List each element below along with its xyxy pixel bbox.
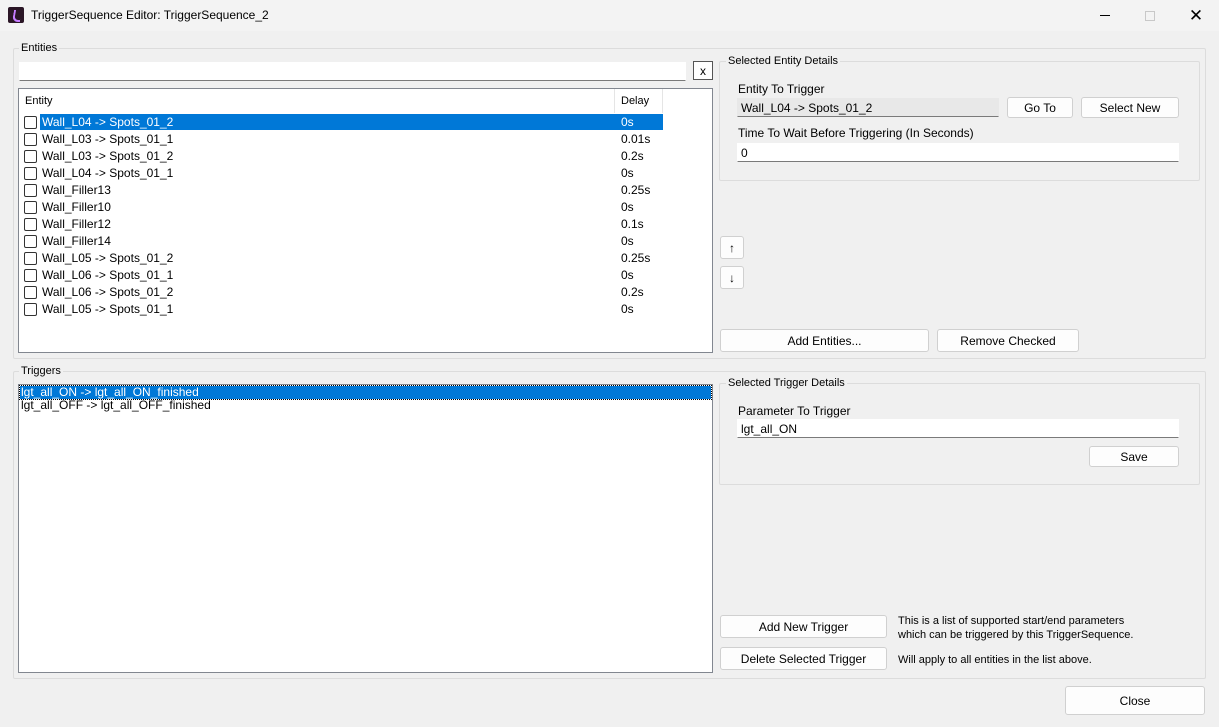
parameter-to-trigger-label: Parameter To Trigger: [738, 404, 851, 418]
entity-name: Wall_Filler10: [42, 200, 111, 214]
entity-delay: 0.25s: [621, 251, 651, 265]
trigger-list-note: This is a list of supported start/end pa…: [898, 615, 1134, 641]
entity-row[interactable]: Wall_L06 -> Spots_01_2 0.2s: [19, 284, 712, 301]
entity-name: Wall_L03 -> Spots_01_1: [42, 132, 174, 146]
entity-name: Wall_L05 -> Spots_01_2: [42, 251, 174, 265]
move-up-button[interactable]: ↑: [720, 236, 744, 259]
save-trigger-button[interactable]: Save: [1089, 446, 1179, 467]
entity-delay: 0.2s: [621, 149, 644, 163]
entity-delay: 0s: [618, 114, 663, 130]
entity-name: Wall_L04 -> Spots_01_1: [42, 166, 174, 180]
entity-delay: 0s: [621, 302, 634, 316]
entity-delay: 0.2s: [621, 285, 644, 299]
entity-name: Wall_L04 -> Spots_01_2: [40, 114, 621, 130]
title-bar: TriggerSequence Editor: TriggerSequence_…: [0, 0, 1219, 31]
entity-name: Wall_Filler12: [42, 217, 111, 231]
remove-checked-button[interactable]: Remove Checked: [937, 329, 1079, 352]
entity-delay: 0.25s: [621, 183, 651, 197]
entity-checkbox[interactable]: [24, 133, 37, 146]
entity-row[interactable]: Wall_Filler14 0s: [19, 233, 712, 250]
entity-checkbox[interactable]: [24, 167, 37, 180]
entity-checkbox[interactable]: [24, 201, 37, 214]
entities-group-label: Entities: [19, 42, 60, 54]
trigger-details-group-label: Selected Trigger Details: [726, 377, 847, 389]
entity-checkbox[interactable]: [24, 269, 37, 282]
entity-row[interactable]: Wall_L06 -> Spots_01_1 0s: [19, 267, 712, 284]
entity-delay: 0s: [621, 166, 634, 180]
parameter-to-trigger-input[interactable]: lgt_all_ON: [737, 419, 1179, 438]
entity-name: Wall_Filler14: [42, 234, 111, 248]
entity-checkbox[interactable]: [24, 252, 37, 265]
entity-delay: 0.01s: [621, 132, 651, 146]
trigger-list[interactable]: lgt_all_ON -> lgt_all_ON_finished lgt_all…: [18, 384, 713, 673]
entity-row[interactable]: Wall_L04 -> Spots_01_2 0s: [19, 114, 712, 131]
trigger-list-item[interactable]: lgt_all_OFF -> lgt_all_OFF_finished: [20, 399, 711, 412]
entity-name: Wall_L06 -> Spots_01_1: [42, 268, 174, 282]
maximize-icon: [1145, 10, 1155, 21]
arrow-down-icon: ↓: [729, 270, 735, 285]
minimize-icon: [1100, 15, 1110, 16]
entity-details-group: [719, 61, 1200, 181]
close-icon: ✕: [1188, 6, 1204, 25]
entity-checkbox[interactable]: [24, 150, 37, 163]
wait-time-input[interactable]: 0: [737, 143, 1179, 162]
entity-checkbox[interactable]: [24, 303, 37, 316]
close-button[interactable]: Close: [1065, 686, 1205, 715]
entity-checkbox[interactable]: [24, 184, 37, 197]
entity-name: Wall_L03 -> Spots_01_2: [42, 149, 174, 163]
triggers-group-label: Triggers: [19, 365, 63, 377]
entity-name: Wall_L06 -> Spots_01_2: [42, 285, 174, 299]
entity-row[interactable]: Wall_L03 -> Spots_01_2 0.2s: [19, 148, 712, 165]
move-down-button[interactable]: ↓: [720, 266, 744, 289]
entity-name: Wall_Filler13: [42, 183, 111, 197]
entity-checkbox[interactable]: [24, 286, 37, 299]
entity-delay: 0.1s: [621, 217, 644, 231]
trigger-apply-note: Will apply to all entities in the list a…: [898, 654, 1092, 666]
column-header-delay[interactable]: Delay: [615, 89, 663, 113]
entity-checkbox[interactable]: [24, 235, 37, 248]
entity-name: Wall_L05 -> Spots_01_1: [42, 302, 174, 316]
maximize-button[interactable]: [1127, 0, 1173, 31]
app-icon: [8, 7, 24, 23]
select-new-button[interactable]: Select New: [1081, 97, 1179, 118]
delete-selected-trigger-button[interactable]: Delete Selected Trigger: [720, 647, 887, 670]
entity-row[interactable]: Wall_Filler10 0s: [19, 199, 712, 216]
go-to-button[interactable]: Go To: [1007, 97, 1073, 118]
entity-row[interactable]: Wall_L05 -> Spots_01_1 0s: [19, 301, 712, 318]
entity-list[interactable]: Entity Delay Wall_L04 -> Spots_01_2 0s Wal…: [18, 88, 713, 353]
entity-row[interactable]: Wall_L05 -> Spots_01_2 0.25s: [19, 250, 712, 267]
entity-row[interactable]: Wall_L03 -> Spots_01_1 0.01s: [19, 131, 712, 148]
entity-checkbox[interactable]: [24, 116, 37, 129]
entity-delay: 0s: [621, 268, 634, 282]
minimize-button[interactable]: [1082, 0, 1128, 31]
entity-list-header: Entity Delay: [19, 89, 712, 113]
close-window-button[interactable]: ✕: [1173, 0, 1219, 31]
add-entities-button[interactable]: Add Entities...: [720, 329, 929, 352]
entity-filter-input[interactable]: [19, 62, 686, 81]
entity-row[interactable]: Wall_L04 -> Spots_01_1 0s: [19, 165, 712, 182]
entity-row[interactable]: Wall_Filler13 0.25s: [19, 182, 712, 199]
wait-time-label: Time To Wait Before Triggering (In Secon…: [738, 126, 974, 140]
clear-filter-button[interactable]: x: [693, 61, 713, 80]
add-new-trigger-button[interactable]: Add New Trigger: [720, 615, 887, 638]
entity-delay: 0s: [621, 234, 634, 248]
entity-delay: 0s: [621, 200, 634, 214]
entity-checkbox[interactable]: [24, 218, 37, 231]
entity-details-group-label: Selected Entity Details: [726, 55, 841, 67]
window-title: TriggerSequence Editor: TriggerSequence_…: [31, 8, 269, 22]
entity-to-trigger-field: Wall_L04 -> Spots_01_2: [737, 98, 999, 117]
arrow-up-icon: ↑: [729, 240, 735, 255]
entity-row[interactable]: Wall_Filler12 0.1s: [19, 216, 712, 233]
column-header-entity[interactable]: Entity: [19, 89, 615, 113]
entity-to-trigger-label: Entity To Trigger: [738, 82, 825, 96]
